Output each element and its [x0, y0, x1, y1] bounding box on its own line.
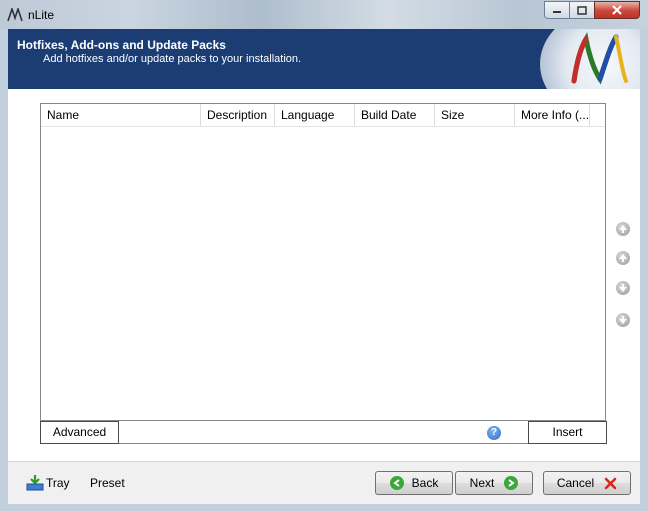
update-packs-list[interactable]: Name Description Language Build Date Siz…	[40, 103, 606, 421]
column-header-language[interactable]: Language	[275, 104, 355, 126]
help-icon[interactable]: ?	[487, 426, 501, 440]
page-subtitle: Add hotfixes and/or update packs to your…	[43, 53, 302, 65]
preset-link[interactable]: Preset	[90, 476, 125, 490]
window-frame-left	[0, 29, 8, 511]
cancel-x-icon	[604, 477, 617, 489]
move-down-button[interactable]	[616, 281, 630, 295]
back-button[interactable]: Back	[375, 471, 453, 495]
nlite-banner-logo-icon	[571, 32, 628, 85]
tray-link[interactable]: Tray	[46, 476, 70, 490]
page-title: Hotfixes, Add-ons and Update Packs	[17, 38, 226, 52]
arrow-down-icon	[619, 284, 627, 292]
advanced-button[interactable]: Advanced	[40, 421, 119, 444]
window-title: nLite	[28, 8, 55, 22]
minimize-button[interactable]	[544, 1, 570, 19]
column-header-size[interactable]: Size	[435, 104, 515, 126]
close-button[interactable]	[594, 1, 640, 19]
next-arrow-icon	[504, 476, 519, 490]
header-banner: Hotfixes, Add-ons and Update Packs Add h…	[8, 29, 640, 89]
window-frame-right	[640, 29, 648, 511]
maximize-icon	[577, 5, 587, 15]
minimize-icon	[553, 11, 561, 13]
title-bar: nLite	[0, 0, 648, 29]
tray-icon[interactable]	[26, 474, 44, 491]
list-action-bar	[40, 421, 606, 444]
arrow-up-top-icon	[619, 225, 627, 233]
arrow-down-bottom-icon	[619, 316, 627, 324]
nlite-logo-icon	[7, 8, 23, 22]
list-header: Name Description Language Build Date Siz…	[41, 104, 605, 127]
back-arrow-icon	[389, 476, 404, 490]
column-header-build-date[interactable]: Build Date	[355, 104, 435, 126]
cancel-button[interactable]: Cancel	[543, 471, 631, 495]
move-to-bottom-button[interactable]	[616, 313, 630, 327]
move-up-button[interactable]	[616, 251, 630, 265]
back-button-label: Back	[411, 476, 439, 490]
close-icon	[612, 5, 622, 15]
insert-button[interactable]: Insert	[528, 421, 607, 444]
arrow-up-icon	[619, 254, 627, 262]
maximize-button[interactable]	[569, 1, 595, 19]
column-header-name[interactable]: Name	[41, 104, 201, 126]
column-header-description[interactable]: Description	[201, 104, 275, 126]
next-button-label: Next	[469, 476, 495, 490]
window-frame-bottom	[0, 503, 648, 511]
next-button[interactable]: Next	[455, 471, 533, 495]
cancel-button-label: Cancel	[556, 476, 595, 490]
move-to-top-button[interactable]	[616, 222, 630, 236]
column-header-more-info[interactable]: More Info (...	[515, 104, 590, 126]
